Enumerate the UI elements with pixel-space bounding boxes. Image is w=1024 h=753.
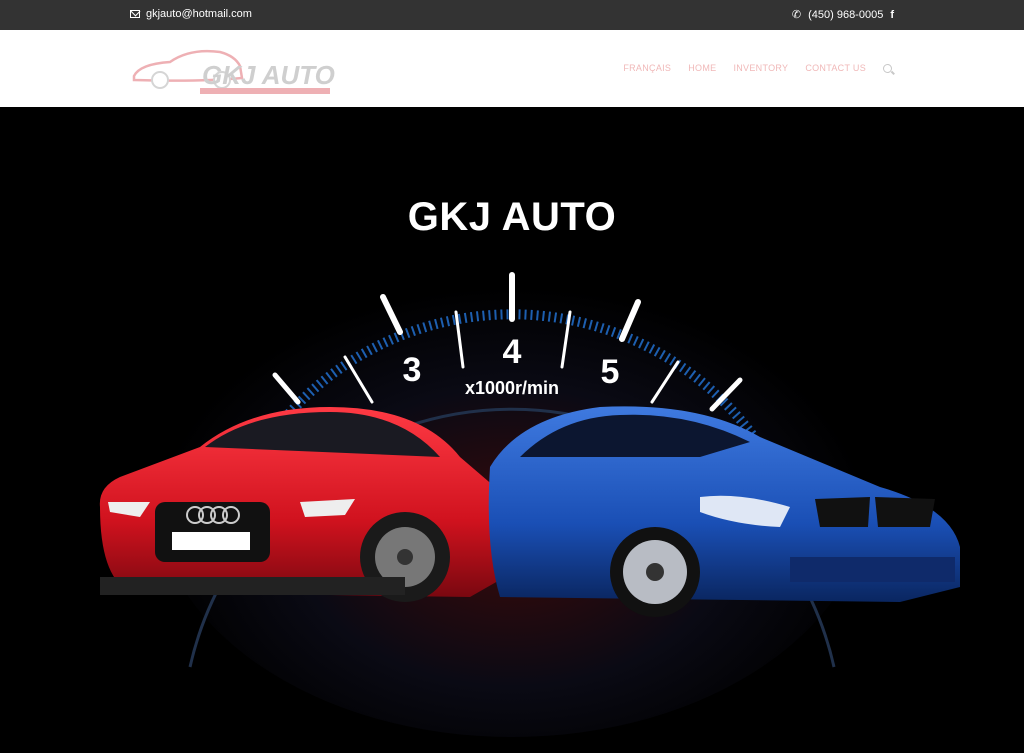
top-bar: gkjauto@hotmail.com ✆ (450) 968-0005 f: [0, 0, 1024, 30]
gauge-number-3: 3: [403, 351, 422, 389]
nav-item-home[interactable]: HOME: [688, 63, 716, 73]
nav-menu: FRANÇAIS HOME INVENTORY CONTACT US: [623, 63, 892, 73]
facebook-icon[interactable]: f: [890, 9, 894, 21]
gauge-number-5: 5: [601, 353, 620, 391]
hero-title: GKJ AUTO: [407, 195, 617, 239]
nav-item-inventory[interactable]: INVENTORY: [733, 63, 788, 73]
search-icon[interactable]: [883, 63, 892, 73]
phone-icon: ✆: [791, 9, 802, 21]
email-text[interactable]: gkjauto@hotmail.com: [146, 8, 252, 20]
gauge-number-4: 4: [503, 333, 522, 371]
logo-text: GKJ AUTO: [202, 60, 335, 90]
phone-number[interactable]: (450) 968-0005: [808, 9, 883, 21]
top-bar-right: ✆ (450) 968-0005 f: [791, 8, 894, 22]
main-navbar: GKJ AUTO FRANÇAIS HOME INVENTORY CONTACT…: [0, 30, 1024, 107]
hero-banner: 3 4 5 x1000r/min GKJ AUTO: [0, 107, 1024, 753]
site-logo[interactable]: GKJ AUTO: [130, 42, 340, 98]
nav-item-francais[interactable]: FRANÇAIS: [623, 63, 671, 73]
gauge-unit: x1000r/min: [465, 378, 559, 398]
envelope-icon: [130, 10, 140, 18]
nav-item-contact-us[interactable]: CONTACT US: [805, 63, 866, 73]
contact-email[interactable]: gkjauto@hotmail.com: [130, 8, 252, 20]
